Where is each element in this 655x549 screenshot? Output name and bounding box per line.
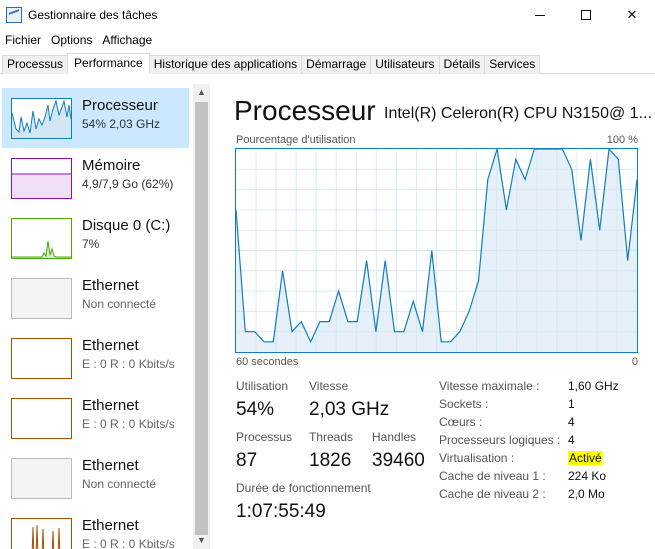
sidebar-item-ethernet[interactable]: Ethernet Non connecté — [2, 268, 189, 328]
virtualisation-highlight: Activé — [568, 451, 603, 465]
info-label: Sockets : — [439, 397, 489, 411]
info-value: 4 — [568, 433, 575, 447]
ethernet-thumbnail-graph — [11, 338, 72, 379]
cpu-usage-graph — [235, 147, 638, 353]
sidebar-item-subtitle: 7% — [82, 237, 100, 251]
sidebar-item-subtitle: E : 0 R : 0 Kbits/s — [82, 417, 175, 431]
sidebar-item-title: Mémoire — [82, 157, 141, 174]
info-label: Cache de niveau 1 : — [439, 469, 546, 483]
tab-demarrage[interactable]: Démarrage — [301, 55, 372, 74]
cpu-model-name: Intel(R) Celeron(R) CPU N3150@ 1... — [384, 105, 652, 122]
sidebar-item-ethernet[interactable]: Ethernet E : 0 R : 0 Kbits/s — [2, 388, 189, 448]
sidebar-item-ethernet[interactable]: Ethernet E : 0 R : 0 Kbits/s — [2, 328, 189, 388]
ethernet-thumbnail-graph — [11, 458, 72, 499]
sidebar-item-title: Processeur — [82, 97, 158, 114]
sidebar-item-subtitle: 54% 2,03 GHz — [82, 117, 161, 131]
threads-value: 1826 — [309, 450, 352, 471]
info-label: Virtualisation : — [439, 451, 515, 465]
info-label: Cache de niveau 2 : — [439, 487, 546, 501]
info-value: 2,0 Mo — [568, 487, 605, 501]
sidebar-item-title: Ethernet — [82, 277, 139, 294]
scroll-up-arrow-icon[interactable]: ▲ — [193, 84, 210, 101]
tab-performance[interactable]: Performance — [67, 53, 150, 74]
info-label: Vitesse maximale : — [439, 379, 540, 393]
graph-time-span-label: 60 secondes — [236, 356, 299, 368]
title-bar: Gestionnaire des tâches ✕ — [0, 0, 655, 30]
scroll-down-arrow-icon[interactable]: ▼ — [193, 532, 210, 549]
handles-value: 39460 — [372, 450, 425, 471]
processus-label: Processus — [236, 430, 293, 444]
close-icon: ✕ — [626, 7, 638, 22]
resource-sidebar: Processeur 54% 2,03 GHz Mémoire 4,9/7,9 … — [0, 84, 210, 549]
uptime-label: Durée de fonctionnement — [236, 481, 371, 495]
task-manager-icon — [6, 7, 22, 23]
menu-fichier[interactable]: Fichier — [0, 31, 46, 49]
disk-thumbnail-graph — [11, 218, 72, 259]
processus-value: 87 — [236, 450, 258, 471]
info-label: Processeurs logiques : — [439, 433, 561, 447]
sidebar-item-ethernet[interactable]: Ethernet E : 0 R : 0 Kbits/s — [2, 508, 189, 549]
utilisation-label: Utilisation — [236, 379, 289, 393]
tab-strip: Processus Performance Historique des app… — [0, 53, 655, 74]
info-value: Activé — [568, 451, 603, 465]
maximize-button[interactable] — [563, 0, 609, 30]
menu-options[interactable]: Options — [46, 31, 97, 49]
sidebar-item-title: Ethernet — [82, 337, 139, 354]
info-value: 1,60 GHz — [568, 379, 619, 393]
tab-details[interactable]: Détails — [438, 55, 486, 74]
tab-services[interactable]: Services — [484, 55, 541, 74]
uptime-value: 1:07:55:49 — [236, 501, 326, 522]
sidebar-item-subtitle: E : 0 R : 0 Kbits/s — [82, 537, 175, 549]
sidebar-item-subtitle: Non connecté — [82, 477, 157, 491]
sidebar-item-memoire[interactable]: Mémoire 4,9/7,9 Go (62%) — [2, 148, 189, 208]
threads-label: Threads — [309, 430, 354, 444]
info-value: 224 Ko — [568, 469, 607, 483]
vitesse-value: 2,03 GHz — [309, 399, 390, 420]
sidebar-item-subtitle: Non connecté — [82, 297, 157, 311]
info-label: Cœurs : — [439, 415, 483, 429]
utilisation-value: 54% — [236, 399, 275, 420]
handles-label: Handles — [372, 430, 417, 444]
sidebar-item-disque[interactable]: Disque 0 (C:) 7% — [2, 208, 189, 268]
minimize-icon — [535, 14, 545, 16]
sidebar-item-title: Disque 0 (C:) — [82, 217, 171, 234]
cpu-thumbnail-graph — [11, 98, 72, 139]
tab-utilisateurs[interactable]: Utilisateurs — [370, 55, 440, 74]
page-title: Processeur — [234, 95, 376, 126]
window-title: Gestionnaire des tâches — [28, 8, 158, 22]
ethernet-thumbnail-graph — [11, 278, 72, 319]
graph-max-label: 100 % — [606, 134, 638, 146]
close-button[interactable]: ✕ — [609, 0, 655, 30]
memory-thumbnail-graph — [11, 158, 72, 199]
maximize-icon — [581, 10, 591, 20]
scroll-thumb[interactable] — [195, 102, 208, 535]
graph-time-zero-label: 0 — [631, 356, 638, 368]
sidebar-item-title: Ethernet — [82, 397, 139, 414]
graph-label: Pourcentage d'utilisation — [236, 134, 356, 146]
tab-historique[interactable]: Historique des applications — [148, 55, 303, 74]
sidebar-scrollbar[interactable]: ▲ ▼ — [193, 84, 210, 549]
ethernet-thumbnail-graph — [11, 518, 72, 549]
info-value: 1 — [568, 397, 575, 411]
vitesse-label: Vitesse — [309, 379, 349, 393]
menu-affichage[interactable]: Affichage — [97, 31, 157, 49]
cpu-usage-svg — [235, 147, 638, 352]
menu-bar: Fichier Options Affichage — [0, 31, 157, 49]
minimize-button[interactable] — [517, 0, 563, 30]
sidebar-item-title: Ethernet — [82, 517, 139, 534]
tab-processus[interactable]: Processus — [2, 55, 69, 74]
info-value: 4 — [568, 415, 575, 429]
sidebar-item-processeur[interactable]: Processeur 54% 2,03 GHz — [2, 88, 189, 148]
sidebar-item-ethernet[interactable]: Ethernet Non connecté — [2, 448, 189, 508]
sidebar-item-title: Ethernet — [82, 457, 139, 474]
sidebar-item-subtitle: 4,9/7,9 Go (62%) — [82, 177, 174, 191]
ethernet-thumbnail-graph — [11, 398, 72, 439]
sidebar-item-subtitle: E : 0 R : 0 Kbits/s — [82, 357, 175, 371]
